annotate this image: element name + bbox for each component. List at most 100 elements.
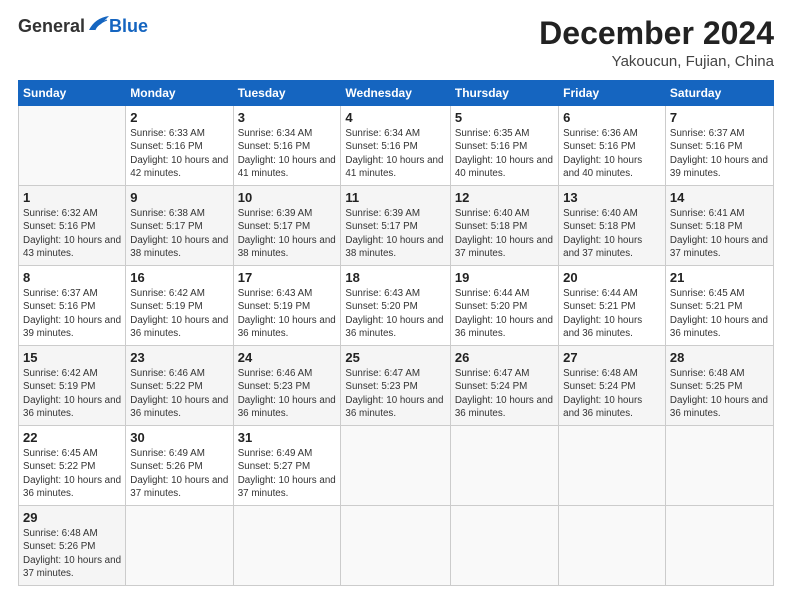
day-number: 8 — [23, 270, 121, 285]
day-number: 22 — [23, 430, 121, 445]
day-number: 12 — [455, 190, 554, 205]
day-info: Sunrise: 6:41 AMSunset: 5:18 PMDaylight:… — [670, 207, 769, 260]
day-number: 9 — [130, 190, 228, 205]
day-info: Sunrise: 6:43 AMSunset: 5:20 PMDaylight:… — [345, 287, 445, 340]
day-number: 13 — [563, 190, 661, 205]
calendar-cell — [559, 506, 666, 586]
day-number: 21 — [670, 270, 769, 285]
calendar-cell: 12 Sunrise: 6:40 AMSunset: 5:18 PMDayligh… — [450, 186, 558, 266]
calendar-day-header: Thursday — [450, 81, 558, 106]
calendar-week-row: 15Sunrise: 6:42 AMSunset: 5:19 PMDayligh… — [19, 346, 774, 426]
calendar-cell: 19Sunrise: 6:44 AMSunset: 5:20 PMDayligh… — [450, 266, 558, 346]
day-info: Sunrise: 6:48 AMSunset: 5:24 PMDaylight:… — [563, 367, 661, 420]
calendar-week-row: 29Sunrise: 6:48 AMSunset: 5:26 PMDayligh… — [19, 506, 774, 586]
day-number: 24 — [238, 350, 337, 365]
day-info: Sunrise: 6:48 AMSunset: 5:26 PMDaylight:… — [23, 527, 121, 580]
day-info: Sunrise: 6:38 AMSunset: 5:17 PMDaylight:… — [130, 207, 228, 260]
day-number: 15 — [23, 350, 121, 365]
day-info: Sunrise: 6:37 AMSunset: 5:16 PMDaylight:… — [670, 127, 769, 180]
calendar-cell — [19, 106, 126, 186]
day-number: 20 — [563, 270, 661, 285]
day-number: 28 — [670, 350, 769, 365]
calendar-cell: 29Sunrise: 6:48 AMSunset: 5:26 PMDayligh… — [19, 506, 126, 586]
day-info: Sunrise: 6:36 AMSunset: 5:16 PMDaylight:… — [563, 127, 661, 180]
day-number: 11 — [345, 190, 445, 205]
calendar-cell — [665, 426, 773, 506]
calendar-cell: 16Sunrise: 6:42 AMSunset: 5:19 PMDayligh… — [126, 266, 233, 346]
calendar-cell — [450, 506, 558, 586]
day-number: 17 — [238, 270, 337, 285]
day-info: Sunrise: 6:32 AMSunset: 5:16 PMDaylight:… — [23, 207, 121, 260]
day-info: Sunrise: 6:42 AMSunset: 5:19 PMDaylight:… — [130, 287, 228, 340]
day-number: 5 — [455, 110, 554, 125]
day-number: 6 — [563, 110, 661, 125]
calendar-week-row: 2 Sunrise: 6:33 AMSunset: 5:16 PMDaylight… — [19, 106, 774, 186]
day-number: 23 — [130, 350, 228, 365]
calendar-cell: 20 Sunrise: 6:44 AMSunset: 5:21 PMDayligh… — [559, 266, 666, 346]
day-info: Sunrise: 6:34 AMSunset: 5:16 PMDaylight:… — [238, 127, 337, 180]
calendar-cell: 10Sunrise: 6:39 AMSunset: 5:17 PMDayligh… — [233, 186, 341, 266]
calendar-cell: 3 Sunrise: 6:34 AMSunset: 5:16 PMDaylight… — [233, 106, 341, 186]
day-number: 18 — [345, 270, 445, 285]
day-number: 4 — [345, 110, 445, 125]
day-info: Sunrise: 6:35 AMSunset: 5:16 PMDaylight:… — [455, 127, 554, 180]
day-info: Sunrise: 6:49 AMSunset: 5:27 PMDaylight:… — [238, 447, 337, 500]
day-number: 31 — [238, 430, 337, 445]
day-number: 2 — [130, 110, 228, 125]
day-info: Sunrise: 6:34 AMSunset: 5:16 PMDaylight:… — [345, 127, 445, 180]
day-info: Sunrise: 6:37 AMSunset: 5:16 PMDaylight:… — [23, 287, 121, 340]
day-number: 10 — [238, 190, 337, 205]
logo-general-text: General — [18, 16, 85, 37]
calendar-cell: 22Sunrise: 6:45 AMSunset: 5:22 PMDayligh… — [19, 426, 126, 506]
calendar-week-row: 1Sunrise: 6:32 AMSunset: 5:16 PMDaylight… — [19, 186, 774, 266]
title-area: December 2024 Yakoucun, Fujian, China — [539, 16, 774, 70]
calendar-cell: 17Sunrise: 6:43 AMSunset: 5:19 PMDayligh… — [233, 266, 341, 346]
calendar-day-header: Saturday — [665, 81, 773, 106]
calendar-cell: 31 Sunrise: 6:49 AMSunset: 5:27 PMDayligh… — [233, 426, 341, 506]
logo-bird-icon — [87, 16, 109, 34]
day-number: 27 — [563, 350, 661, 365]
day-info: Sunrise: 6:33 AMSunset: 5:16 PMDaylight:… — [130, 127, 228, 180]
day-info: Sunrise: 6:46 AMSunset: 5:22 PMDaylight:… — [130, 367, 228, 420]
day-number: 25 — [345, 350, 445, 365]
day-number: 19 — [455, 270, 554, 285]
day-info: Sunrise: 6:39 AMSunset: 5:17 PMDaylight:… — [345, 207, 445, 260]
day-info: Sunrise: 6:49 AMSunset: 5:26 PMDaylight:… — [130, 447, 228, 500]
calendar-cell — [450, 426, 558, 506]
page: General Blue December 2024 Yakoucun, Fuj… — [0, 0, 792, 612]
calendar-day-header: Tuesday — [233, 81, 341, 106]
calendar-cell — [559, 426, 666, 506]
calendar-cell: 15Sunrise: 6:42 AMSunset: 5:19 PMDayligh… — [19, 346, 126, 426]
main-title: December 2024 — [539, 16, 774, 51]
header: General Blue December 2024 Yakoucun, Fuj… — [18, 16, 774, 70]
calendar-cell: 8 Sunrise: 6:37 AMSunset: 5:16 PMDaylight… — [19, 266, 126, 346]
logo: General Blue — [18, 16, 148, 37]
subtitle: Yakoucun, Fujian, China — [539, 53, 774, 70]
calendar-cell: 25 Sunrise: 6:47 AMSunset: 5:23 PMDayligh… — [341, 346, 450, 426]
calendar-cell — [665, 506, 773, 586]
day-number: 3 — [238, 110, 337, 125]
calendar-cell — [341, 506, 450, 586]
calendar-cell: 1Sunrise: 6:32 AMSunset: 5:16 PMDaylight… — [19, 186, 126, 266]
calendar-cell: 24 Sunrise: 6:46 AMSunset: 5:23 PMDayligh… — [233, 346, 341, 426]
calendar-cell: 18 Sunrise: 6:43 AMSunset: 5:20 PMDayligh… — [341, 266, 450, 346]
day-info: Sunrise: 6:47 AMSunset: 5:23 PMDaylight:… — [345, 367, 445, 420]
calendar-cell: 14Sunrise: 6:41 AMSunset: 5:18 PMDayligh… — [665, 186, 773, 266]
calendar-day-header: Monday — [126, 81, 233, 106]
calendar-header-row: SundayMondayTuesdayWednesdayThursdayFrid… — [19, 81, 774, 106]
calendar-cell — [233, 506, 341, 586]
calendar-cell — [341, 426, 450, 506]
calendar-cell: 9 Sunrise: 6:38 AMSunset: 5:17 PMDaylight… — [126, 186, 233, 266]
day-info: Sunrise: 6:46 AMSunset: 5:23 PMDaylight:… — [238, 367, 337, 420]
day-info: Sunrise: 6:44 AMSunset: 5:21 PMDaylight:… — [563, 287, 661, 340]
calendar-day-header: Wednesday — [341, 81, 450, 106]
day-info: Sunrise: 6:45 AMSunset: 5:21 PMDaylight:… — [670, 287, 769, 340]
calendar-week-row: 8 Sunrise: 6:37 AMSunset: 5:16 PMDaylight… — [19, 266, 774, 346]
calendar-cell: 26Sunrise: 6:47 AMSunset: 5:24 PMDayligh… — [450, 346, 558, 426]
calendar-cell: 23 Sunrise: 6:46 AMSunset: 5:22 PMDayligh… — [126, 346, 233, 426]
calendar-cell: 21 Sunrise: 6:45 AMSunset: 5:21 PMDayligh… — [665, 266, 773, 346]
day-info: Sunrise: 6:40 AMSunset: 5:18 PMDaylight:… — [455, 207, 554, 260]
calendar-cell — [126, 506, 233, 586]
logo-blue-text: Blue — [109, 16, 148, 37]
calendar-cell: 28Sunrise: 6:48 AMSunset: 5:25 PMDayligh… — [665, 346, 773, 426]
